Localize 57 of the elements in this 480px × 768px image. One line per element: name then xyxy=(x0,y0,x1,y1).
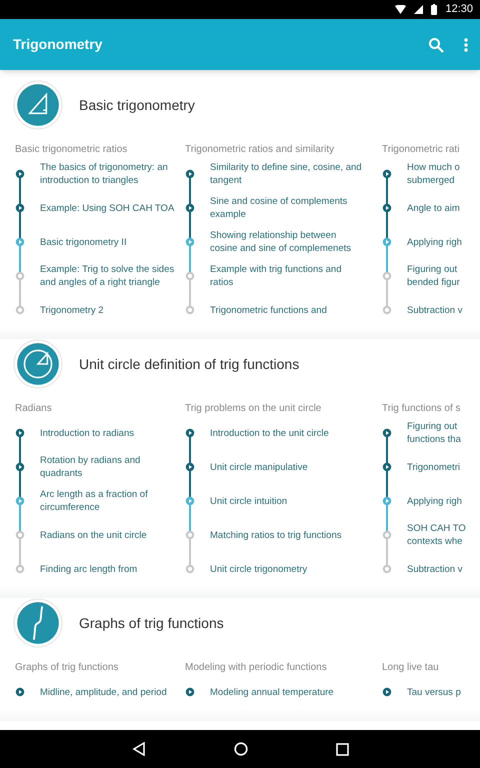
lesson-link[interactable]: Figuring out functions tha xyxy=(407,420,461,446)
unit-heading: Modeling with periodic functions xyxy=(185,661,328,675)
lesson-link[interactable]: Basic trigonometry II xyxy=(40,236,133,248)
app-title: Trigonometry xyxy=(13,35,104,54)
unit-heading: Basic trigonometric ratios xyxy=(15,143,128,157)
lesson-link[interactable]: Subtraction v xyxy=(407,562,462,576)
lesson-link[interactable]: Matching ratios to trig functions xyxy=(210,528,362,542)
lesson-link[interactable]: Figuring out bended figur xyxy=(407,263,460,289)
unit-heading: Radians xyxy=(15,402,53,416)
back-icon[interactable] xyxy=(132,742,146,756)
lesson-link[interactable]: Similarity to define sine, cosine, and tangent xyxy=(210,161,382,187)
lesson-link[interactable]: Trigonometry 2 xyxy=(40,304,110,316)
lesson-link[interactable]: SOH CAH TO contexts whe xyxy=(407,522,466,548)
wifi-icon xyxy=(395,5,406,14)
signal-icon xyxy=(414,5,424,14)
lesson-link[interactable]: Trigonometri xyxy=(407,460,460,474)
lesson-link[interactable]: Introduction to radians xyxy=(40,426,140,440)
lesson-link[interactable]: Arc length as a fraction of circumference xyxy=(40,488,185,514)
unit-heading: Trig problems on the unit circle xyxy=(185,402,322,416)
curve-icon xyxy=(13,598,63,648)
lesson-link[interactable]: Applying righ xyxy=(407,236,462,248)
lesson-link[interactable]: How much o submerged xyxy=(407,161,460,187)
lesson-link[interactable]: Trigonometric functions and xyxy=(210,304,347,316)
lesson-link[interactable]: Sine and cosine of complements example xyxy=(210,195,382,221)
lesson-link[interactable]: Tau versus p xyxy=(407,686,461,698)
lesson-link[interactable]: Midline, amplitude, and period xyxy=(40,686,173,698)
lesson-link[interactable]: Finding arc length from xyxy=(40,562,144,576)
lesson-link[interactable]: Modeling annual temperature xyxy=(210,686,354,698)
lesson-link[interactable]: The basics of trigonometry: an introduction to triangles xyxy=(40,161,185,187)
lesson-link[interactable]: Unit circle intuition xyxy=(210,494,308,508)
unit-heading: Graphs of trig functions xyxy=(15,661,120,675)
lesson-link[interactable]: Example: Using SOH CAH TOA xyxy=(40,202,180,214)
lesson-link[interactable]: Radians on the unit circle xyxy=(40,528,153,542)
section-title: Unit circle definition of trig functions xyxy=(79,354,300,374)
home-icon[interactable] xyxy=(234,742,248,756)
lesson-link[interactable]: Introduction to the unit circle xyxy=(210,426,349,440)
status-time: 12:30 xyxy=(445,2,473,18)
battery-icon xyxy=(431,4,438,15)
section-title: Graphs of trig functions xyxy=(79,614,224,633)
lesson-link[interactable]: Angle to aim xyxy=(407,202,460,214)
section-title: Basic trigonometry xyxy=(79,96,195,115)
lesson-link[interactable]: Showing relationship between cosine and sine of complemenets xyxy=(210,229,382,255)
recents-icon[interactable] xyxy=(336,742,348,756)
lesson-link[interactable]: Subtraction v xyxy=(407,304,462,316)
lesson-link[interactable]: Rotation by radians and quadrants xyxy=(40,454,185,480)
lesson-link[interactable]: Example: Trig to solve the sides and angles of a right triangle xyxy=(40,263,185,289)
lesson-link[interactable]: Unit circle trigonometry xyxy=(210,562,328,576)
circle-icon xyxy=(13,339,63,389)
unit-heading: Long live tau xyxy=(382,661,440,675)
lesson-link[interactable]: Example with trig functions and ratios xyxy=(210,263,382,289)
lesson-link[interactable]: Applying righ xyxy=(407,494,462,508)
search-icon[interactable] xyxy=(428,36,444,52)
unit-heading: Trig functions of s xyxy=(382,402,462,416)
unit-heading: Trigonometric rati xyxy=(382,143,460,157)
lesson-link[interactable]: Unit circle manipulative xyxy=(210,460,328,474)
unit-heading: Trigonometric ratios and similarity xyxy=(185,143,336,157)
more-options-icon[interactable] xyxy=(464,38,468,52)
